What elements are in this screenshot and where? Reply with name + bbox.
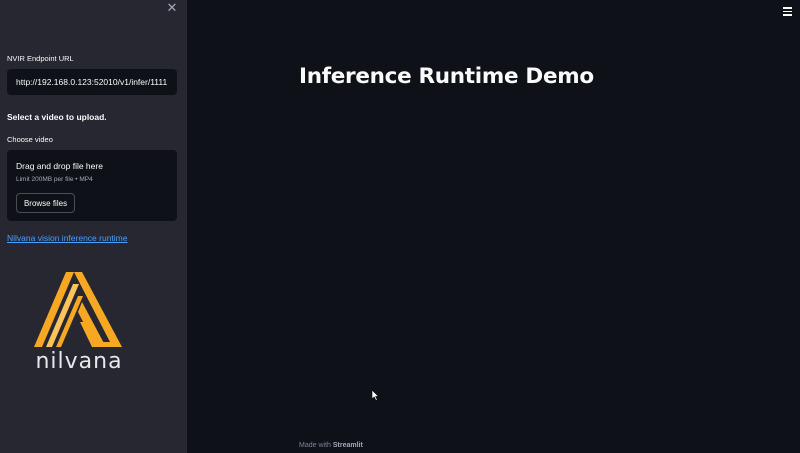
close-sidebar-icon[interactable]: ✕ xyxy=(166,2,178,15)
page-title: Inference Runtime Demo xyxy=(299,64,594,89)
footer-prefix: Made with xyxy=(299,442,331,449)
choose-video-label: Choose video xyxy=(7,135,53,144)
dropzone-title: Drag and drop file here xyxy=(16,161,103,171)
nilvana-wordmark: nilvana xyxy=(35,349,123,374)
sidebar: ✕ NVIR Endpoint URL Select a video to up… xyxy=(0,0,187,453)
nilvana-runtime-link[interactable]: Nilvana vision inference runtime xyxy=(7,233,127,243)
mouse-cursor-icon xyxy=(372,390,380,401)
footer-brand-link[interactable]: Streamlit xyxy=(333,442,363,449)
endpoint-url-input[interactable] xyxy=(7,69,177,95)
endpoint-label: NVIR Endpoint URL xyxy=(7,54,74,63)
dropzone-hint: Limit 200MB per file • MP4 xyxy=(16,176,93,183)
footer: Made with Streamlit xyxy=(299,442,363,449)
upload-section-title: Select a video to upload. xyxy=(7,112,107,122)
nilvana-logo: nilvana xyxy=(26,270,132,378)
browse-files-button[interactable]: Browse files xyxy=(16,193,75,213)
nilvana-logo-mark-icon xyxy=(34,272,122,347)
hamburger-menu-icon[interactable] xyxy=(783,7,792,16)
file-dropzone[interactable]: Drag and drop file here Limit 200MB per … xyxy=(7,150,177,221)
